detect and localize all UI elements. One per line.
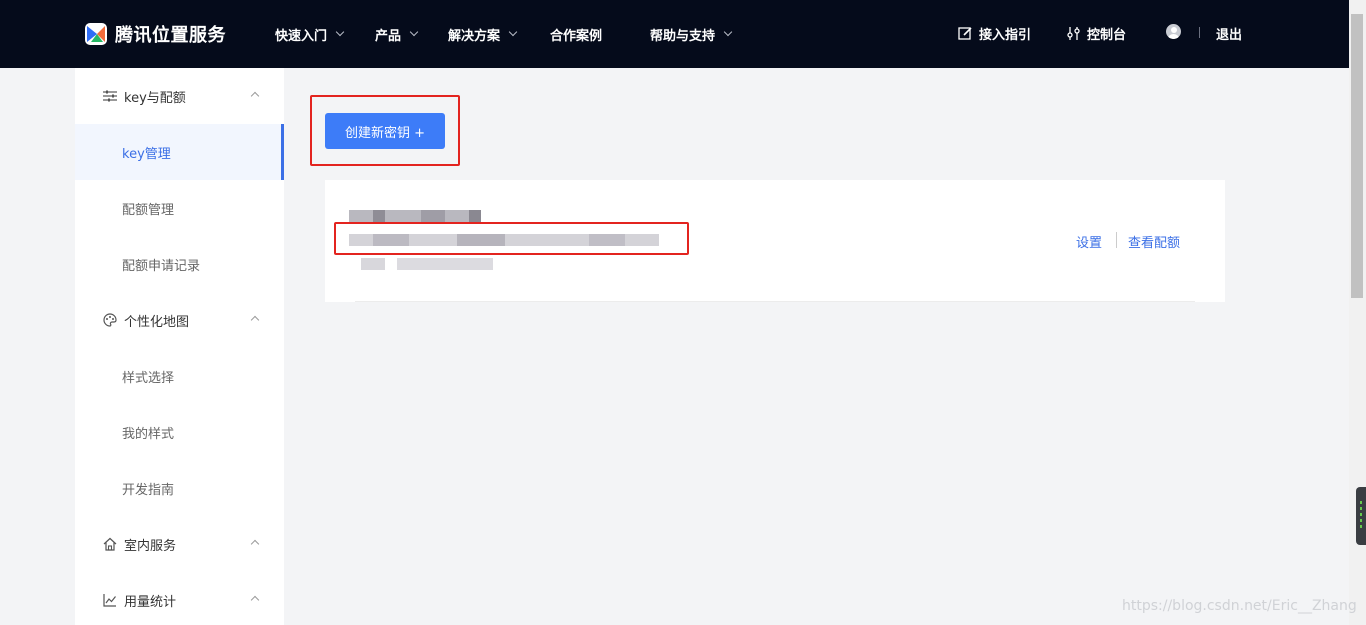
nav-help[interactable]: 帮助与支持 — [650, 22, 733, 46]
sidebar-item-label: 我的样式 — [122, 426, 175, 442]
sidebar-item-dev-guide[interactable]: 开发指南 — [75, 460, 284, 516]
chevron-up-icon — [250, 539, 260, 549]
redacted-key-meta — [397, 258, 493, 270]
chevron-down-icon — [409, 27, 419, 37]
edit-icon — [958, 26, 972, 40]
access-guide-link[interactable]: 接入指引 — [958, 21, 1031, 45]
scrollbar-thumb[interactable] — [1351, 14, 1363, 298]
nav-products-label: 产品 — [375, 28, 402, 44]
top-navigation-bar: 腾讯位置服务 快速入门 产品 解决方案 合作案例 帮助与支持 接入指引 控制台 — [0, 0, 1366, 68]
sidebar-group-indoor-service[interactable]: 室内服务 — [75, 516, 284, 572]
palette-icon — [103, 313, 117, 327]
sidebar-group-key-quota[interactable]: key与配额 — [75, 68, 284, 124]
chevron-up-icon — [250, 91, 260, 101]
logout-label: 退出 — [1216, 27, 1243, 43]
highlight-box-key-value — [334, 222, 689, 255]
tencent-location-logo — [85, 23, 107, 45]
sidebar-item-label: 配额管理 — [122, 202, 175, 218]
redacted-pixel — [373, 210, 385, 222]
sidebar-item-quota-records[interactable]: 配额申请记录 — [75, 236, 284, 292]
chart-icon — [103, 593, 117, 607]
sidebar-group-label: key与配额 — [124, 90, 186, 106]
nav-cases[interactable]: 合作案例 — [550, 22, 602, 46]
settings-link[interactable]: 设置 — [1076, 232, 1102, 251]
nav-solutions[interactable]: 解决方案 — [448, 22, 518, 46]
chevron-up-icon — [250, 595, 260, 605]
sidebar-group-label: 用量统计 — [124, 594, 177, 610]
card-divider — [355, 301, 1195, 302]
sidebar-item-label: 配额申请记录 — [122, 258, 201, 274]
sidebar-item-my-styles[interactable]: 我的样式 — [75, 404, 284, 460]
action-divider — [1116, 232, 1117, 248]
access-guide-label: 接入指引 — [979, 27, 1032, 43]
nav-help-label: 帮助与支持 — [650, 28, 716, 44]
sidebar-item-label: 样式选择 — [122, 370, 175, 386]
sidebar-item-quota-management[interactable]: 配额管理 — [75, 180, 284, 236]
sliders-icon — [103, 89, 117, 103]
console-label: 控制台 — [1087, 27, 1127, 43]
redacted-key-meta — [361, 258, 385, 270]
console-link[interactable]: 控制台 — [1066, 21, 1126, 45]
redacted-key-name — [349, 210, 481, 222]
sidebar-item-key-management[interactable]: key管理 — [75, 124, 284, 180]
chevron-up-icon — [250, 315, 260, 325]
chevron-down-icon — [723, 27, 733, 37]
side-widget[interactable] — [1356, 487, 1366, 545]
sidebar-group-usage-stats[interactable]: 用量统计 — [75, 572, 284, 625]
sidebar-item-label: key管理 — [122, 146, 171, 162]
nav-quickstart[interactable]: 快速入门 — [275, 22, 345, 46]
nav-quickstart-label: 快速入门 — [275, 28, 328, 44]
logout-link[interactable]: 退出 — [1216, 21, 1242, 45]
sidebar-group-label: 室内服务 — [124, 538, 177, 554]
home-icon — [103, 537, 117, 551]
nav-products[interactable]: 产品 — [375, 22, 419, 46]
view-quota-link[interactable]: 查看配额 — [1128, 232, 1180, 251]
redacted-pixel — [421, 210, 445, 222]
sidebar-item-label: 开发指南 — [122, 482, 175, 498]
sliders-icon — [1067, 26, 1080, 40]
redacted-pixel — [469, 210, 481, 222]
nav-divider — [1199, 27, 1200, 38]
brand-name: 腾讯位置服务 — [115, 25, 226, 46]
sidebar-group-custom-map[interactable]: 个性化地图 — [75, 292, 284, 348]
chevron-down-icon — [335, 27, 345, 37]
user-avatar[interactable] — [1166, 24, 1181, 39]
watermark-text: https://blog.csdn.net/Eric__Zhang — [1122, 598, 1357, 614]
nav-cases-label: 合作案例 — [550, 28, 603, 44]
nav-solutions-label: 解决方案 — [448, 28, 501, 44]
brand-logo[interactable]: 腾讯位置服务 — [85, 21, 226, 47]
chevron-down-icon — [508, 27, 518, 37]
sidebar: key与配额 key管理 配额管理 配额申请记录 个性化地图 样式选择 我的样式… — [75, 68, 284, 625]
sidebar-group-label: 个性化地图 — [124, 314, 190, 330]
sidebar-item-style-select[interactable]: 样式选择 — [75, 348, 284, 404]
highlight-box-create-button — [310, 95, 460, 166]
